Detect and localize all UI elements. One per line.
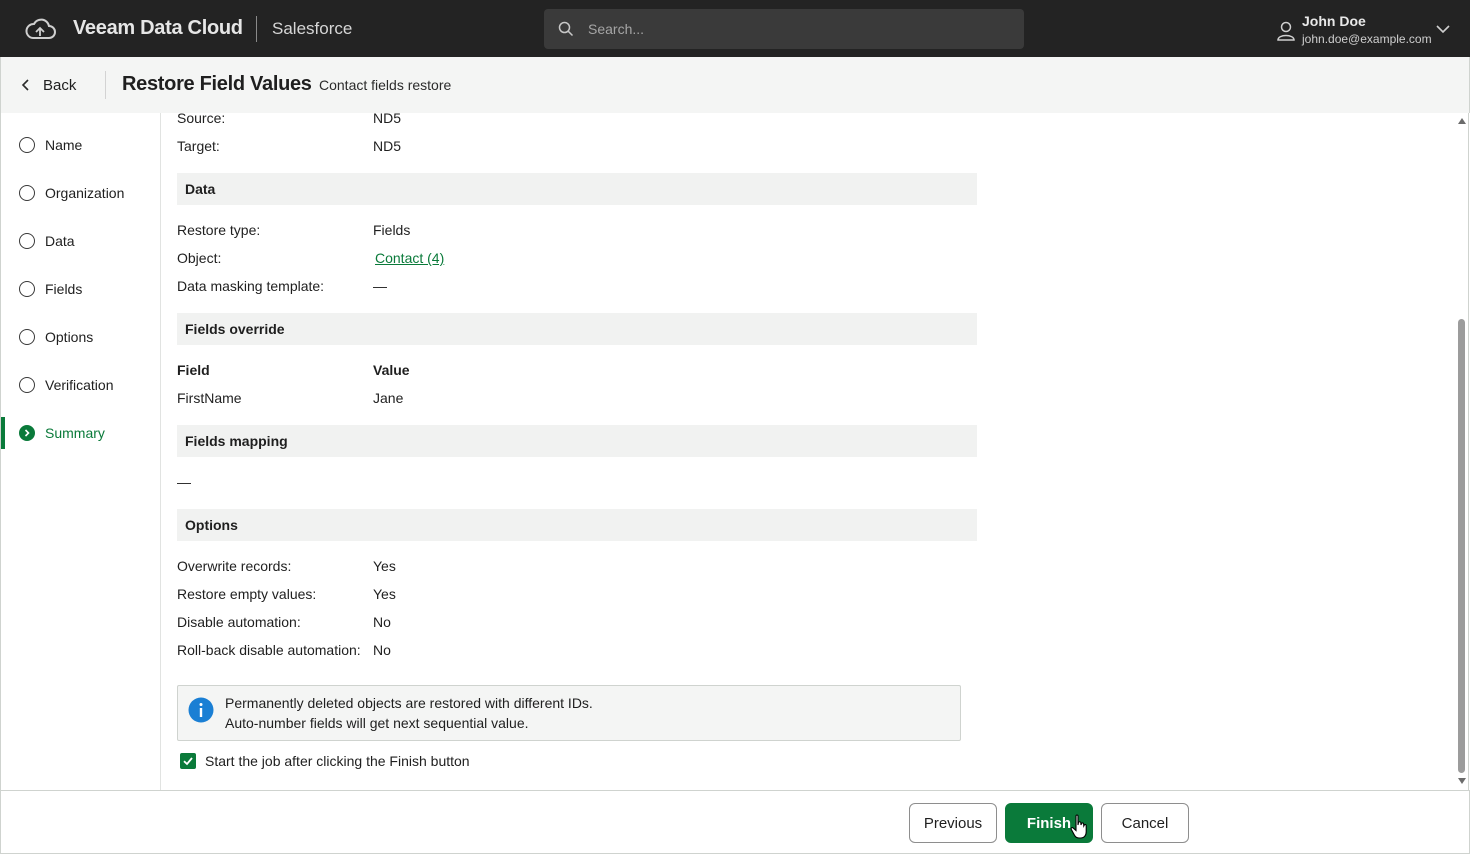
step-label: Data bbox=[45, 233, 75, 249]
override-field: FirstName bbox=[177, 390, 242, 406]
fields-mapping-section-header: Fields mapping bbox=[177, 425, 977, 457]
info-message: Permanently deleted objects are restored… bbox=[177, 685, 961, 741]
masking-value: — bbox=[373, 278, 387, 294]
step-name[interactable]: Name bbox=[1, 125, 161, 165]
page-subtitle: Contact fields restore bbox=[319, 77, 452, 93]
empty-values-label: Restore empty values: bbox=[177, 586, 317, 602]
disable-automation-label: Disable automation: bbox=[177, 614, 301, 630]
chevron-left-icon bbox=[21, 79, 29, 91]
rollback-automation-label: Roll-back disable automation: bbox=[177, 642, 361, 658]
step-organization[interactable]: Organization bbox=[1, 173, 161, 213]
summary-panel: Source: ND5 Target: ND5 Data Restore typ… bbox=[161, 113, 1456, 790]
override-value: Jane bbox=[373, 390, 404, 406]
vertical-scrollbar[interactable] bbox=[1455, 113, 1469, 790]
step-label: Options bbox=[45, 329, 94, 345]
target-label: Target: bbox=[177, 138, 220, 154]
info-icon bbox=[188, 697, 214, 723]
step-circle-icon bbox=[19, 137, 35, 153]
step-verification[interactable]: Verification bbox=[1, 365, 161, 405]
disable-automation-value: No bbox=[373, 614, 391, 630]
step-data[interactable]: Data bbox=[1, 221, 161, 261]
cloud-logo-icon bbox=[25, 18, 56, 39]
step-summary[interactable]: Summary bbox=[1, 413, 161, 453]
back-label: Back bbox=[43, 76, 77, 94]
user-icon bbox=[1277, 21, 1295, 41]
step-circle-icon bbox=[19, 377, 35, 393]
mapping-value: — bbox=[177, 474, 191, 490]
overwrite-value: Yes bbox=[373, 558, 396, 574]
rollback-automation-value: No bbox=[373, 642, 391, 658]
product-name: Salesforce bbox=[272, 19, 353, 38]
wizard-footer: Previous Finish Cancel bbox=[0, 790, 1470, 854]
step-label: Organization bbox=[45, 185, 125, 201]
step-circle-icon bbox=[19, 185, 35, 201]
section-title: Options bbox=[185, 517, 238, 533]
page-header: Back Restore Field Values Contact fields… bbox=[0, 57, 1470, 113]
masking-label: Data masking template: bbox=[177, 278, 325, 294]
restore-type-label: Restore type: bbox=[177, 222, 261, 238]
search-box[interactable] bbox=[544, 9, 1024, 49]
step-label: Fields bbox=[45, 281, 83, 297]
section-title: Data bbox=[185, 181, 216, 197]
step-label: Summary bbox=[45, 425, 105, 441]
top-bar: Veeam Data Cloud Salesforce John Doe joh… bbox=[0, 0, 1470, 57]
cancel-button[interactable]: Cancel bbox=[1101, 803, 1189, 843]
chevron-right-icon bbox=[19, 425, 35, 441]
step-label: Name bbox=[45, 137, 83, 153]
data-section-header: Data bbox=[177, 173, 977, 205]
target-value: ND5 bbox=[373, 138, 402, 154]
source-label: Source: bbox=[177, 113, 226, 126]
brand-separator bbox=[256, 16, 257, 42]
start-job-label: Start the job after clicking the Finish … bbox=[205, 753, 470, 769]
active-step-indicator bbox=[1, 417, 5, 449]
hand-pointer-icon bbox=[1070, 814, 1087, 839]
scroll-thumb[interactable] bbox=[1458, 319, 1465, 773]
scroll-up-arrow-icon[interactable] bbox=[1457, 117, 1467, 125]
user-menu[interactable]: John Doe john.doe@example.com bbox=[1276, 10, 1466, 50]
empty-values-value: Yes bbox=[373, 586, 396, 602]
checkbox-checked-icon[interactable] bbox=[180, 753, 196, 769]
scroll-down-arrow-icon[interactable] bbox=[1457, 777, 1467, 785]
page-title: Restore Field Values bbox=[122, 73, 312, 95]
value-column-header: Value bbox=[373, 362, 410, 378]
step-label: Verification bbox=[45, 377, 114, 393]
chevron-down-icon[interactable] bbox=[1436, 24, 1450, 34]
search-input[interactable] bbox=[588, 19, 1008, 39]
step-circle-icon bbox=[19, 281, 35, 297]
object-link[interactable]: Contact (4) bbox=[375, 250, 444, 266]
section-title: Fields mapping bbox=[185, 433, 288, 449]
section-title: Fields override bbox=[185, 321, 285, 337]
start-job-checkbox[interactable]: Start the job after clicking the Finish … bbox=[180, 752, 470, 770]
options-section-header: Options bbox=[177, 509, 977, 541]
source-value: ND5 bbox=[373, 113, 402, 126]
restore-type-value: Fields bbox=[373, 222, 411, 238]
fields-override-section-header: Fields override bbox=[177, 313, 977, 345]
brand-name: Veeam Data Cloud bbox=[73, 17, 243, 39]
overwrite-label: Overwrite records: bbox=[177, 558, 292, 574]
step-circle-icon bbox=[19, 329, 35, 345]
previous-button[interactable]: Previous bbox=[909, 803, 997, 843]
search-icon bbox=[558, 21, 574, 37]
user-name: John Doe bbox=[1302, 13, 1366, 29]
info-line-1: Permanently deleted objects are restored… bbox=[225, 695, 593, 711]
step-fields[interactable]: Fields bbox=[1, 269, 161, 309]
object-label: Object: bbox=[177, 250, 222, 266]
header-separator bbox=[105, 71, 106, 99]
back-button[interactable]: Back bbox=[19, 73, 76, 97]
wizard-steps: Name Organization Data Fields Options Ve… bbox=[0, 113, 161, 790]
step-options[interactable]: Options bbox=[1, 317, 161, 357]
step-circle-icon bbox=[19, 233, 35, 249]
info-line-2: Auto-number fields will get next sequent… bbox=[225, 715, 529, 731]
user-email: john.doe@example.com bbox=[1302, 32, 1432, 46]
field-column-header: Field bbox=[177, 362, 210, 378]
